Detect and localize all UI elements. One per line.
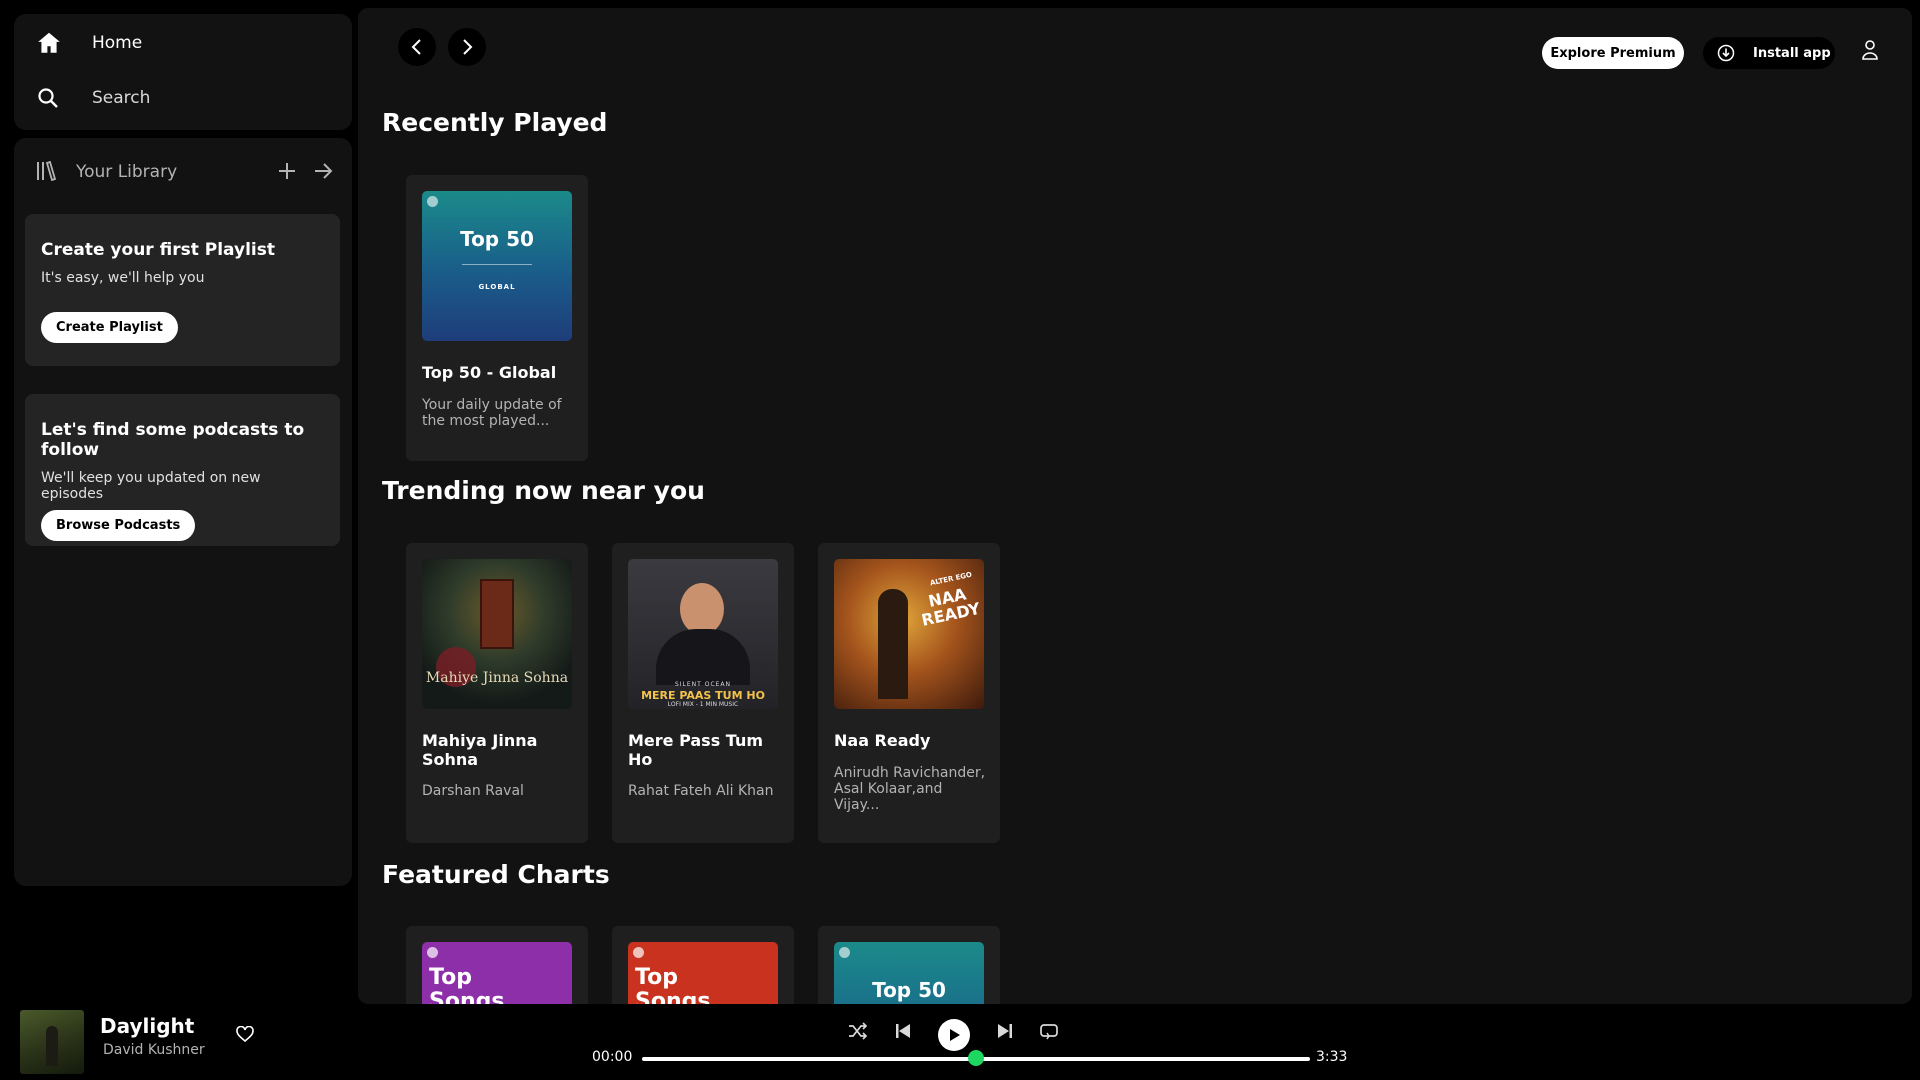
create-playlist-button[interactable]: Create Playlist (41, 312, 178, 343)
create-playlist-card: Create your first Playlist It's easy, we… (25, 214, 340, 366)
arrow-right-icon[interactable] (312, 160, 334, 182)
podcasts-title: Let's find some podcasts to follow (41, 420, 305, 460)
heart-icon[interactable] (236, 1026, 254, 1042)
trending-title: Trending now near you (382, 476, 705, 505)
cover-title: Top 50 (872, 978, 946, 1002)
cover-title: Top Songs (635, 965, 711, 1005)
repeat-icon[interactable] (1039, 1022, 1059, 1040)
chevron-left-icon (411, 39, 421, 55)
main-content: Explore Premium Install app Recently Pla… (358, 8, 1912, 1004)
install-app-button[interactable]: Install app (1703, 37, 1835, 69)
search-icon (38, 88, 58, 108)
spotify-badge-icon (427, 196, 438, 207)
total-duration: 3:33 (1316, 1049, 1348, 1065)
user-icon[interactable] (1860, 39, 1880, 61)
chart-card[interactable]: Top 50 (818, 926, 1000, 1004)
podcasts-text: We'll keep you updated on new episodes (41, 470, 261, 502)
cover-subtitle: LOFI MIX - 1 MIN MUSIC (667, 701, 739, 708)
card-title: Naa Ready (834, 731, 931, 750)
progress-knob[interactable] (968, 1050, 984, 1066)
album-cover: SILENT OCEAN MERE PAAS TUM HO LOFI MIX -… (628, 559, 778, 709)
spotify-badge-icon (633, 947, 644, 958)
cover-subtitle: GLOBAL (478, 283, 516, 291)
chevron-right-icon (463, 39, 473, 55)
cover-title: Top 50 (460, 227, 534, 251)
card-title: Top 50 - Global (422, 363, 557, 382)
card-title: Mere Pass Tum Ho (628, 731, 764, 769)
chart-cover: Top Songs (422, 942, 572, 1004)
figure-shape (878, 589, 908, 699)
cover-figure-shape (46, 1026, 58, 1066)
now-playing-cover[interactable] (20, 1010, 84, 1074)
track-card[interactable]: Mahiye Jinna Sohna Mahiya Jinna Sohna Da… (406, 543, 588, 843)
track-card[interactable]: ALTER EGO NAA READY Naa Ready Anirudh Ra… (818, 543, 1000, 843)
library-label: Your Library (76, 162, 178, 182)
portrait-body-shape (656, 629, 750, 685)
previous-icon[interactable] (894, 1022, 912, 1040)
next-icon[interactable] (996, 1022, 1014, 1040)
card-subtitle: Anirudh Ravichander, Asal Kolaar,and Vij… (834, 765, 986, 813)
chart-cover: Top 50 (834, 942, 984, 1004)
album-cover: Mahiye Jinna Sohna (422, 559, 572, 709)
recently-played-title: Recently Played (382, 108, 608, 137)
spotify-badge-icon (839, 947, 850, 958)
card-subtitle: Your daily update of the most played... (422, 397, 562, 429)
playlist-cover: Top 50 GLOBAL (422, 191, 572, 341)
download-icon (1717, 44, 1735, 62)
featured-charts-title: Featured Charts (382, 860, 610, 889)
playlist-card[interactable]: Top 50 GLOBAL Top 50 - Global Your daily… (406, 175, 588, 461)
forward-button[interactable] (448, 28, 486, 66)
cover-small-text: SILENT OCEAN (674, 681, 732, 688)
portrait-face-shape (680, 583, 724, 635)
cover-title: Top Songs (429, 965, 505, 1005)
library-icon[interactable] (34, 160, 58, 184)
explore-premium-button[interactable]: Explore Premium (1542, 37, 1684, 69)
home-label: Home (92, 33, 143, 53)
track-title[interactable]: Daylight (100, 1014, 194, 1038)
card-title: Mahiya Jinna Sohna (422, 731, 538, 769)
plus-icon[interactable] (276, 160, 298, 182)
library-panel: Your Library Create your first Playlist … (14, 138, 352, 886)
album-cover: ALTER EGO NAA READY (834, 559, 984, 709)
install-app-label: Install app (1753, 45, 1831, 61)
chart-card[interactable]: Top Songs (612, 926, 794, 1004)
card-subtitle: Darshan Raval (422, 783, 524, 799)
play-icon (950, 1029, 960, 1041)
home-icon (38, 32, 60, 53)
create-playlist-title: Create your first Playlist (41, 240, 275, 260)
track-card[interactable]: SILENT OCEAN MERE PAAS TUM HO LOFI MIX -… (612, 543, 794, 843)
library-header: Your Library (34, 156, 334, 188)
shuffle-icon[interactable] (848, 1022, 868, 1040)
back-button[interactable] (398, 28, 436, 66)
search-label: Search (92, 88, 151, 108)
cover-title: Mahiye Jinna Sohna (425, 670, 569, 686)
create-playlist-text: It's easy, we'll help you (41, 270, 205, 286)
chart-card[interactable]: Top Songs (406, 926, 588, 1004)
play-button[interactable] (938, 1019, 970, 1051)
elapsed-time: 00:00 (592, 1049, 633, 1065)
phone-booth-shape (480, 579, 514, 649)
cover-divider (462, 264, 532, 265)
sidebar-nav: Home Search (14, 14, 352, 130)
search-link[interactable]: Search (36, 86, 150, 110)
browse-podcasts-button[interactable]: Browse Podcasts (41, 510, 196, 541)
chart-cover: Top Songs (628, 942, 778, 1004)
track-artist[interactable]: David Kushner (103, 1042, 205, 1058)
cover-title: NAA READY (919, 584, 982, 630)
podcasts-card: Let's find some podcasts to follow We'll… (25, 394, 340, 546)
card-subtitle: Rahat Fateh Ali Khan (628, 783, 774, 799)
explore-premium-label: Explore Premium (1550, 45, 1676, 61)
home-link[interactable]: Home (36, 30, 142, 56)
player-bar: Daylight David Kushner 00:00 3:33 (0, 1004, 1920, 1080)
spotify-badge-icon (427, 947, 438, 958)
